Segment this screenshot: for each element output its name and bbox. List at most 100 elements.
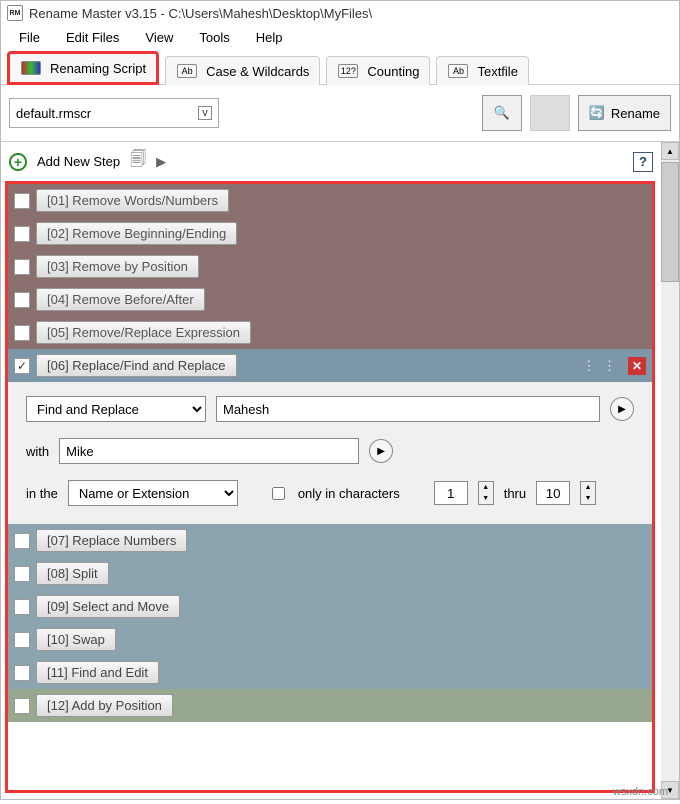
step-row-02[interactable]: [02] Remove Beginning/Ending: [8, 217, 652, 250]
step-checkbox[interactable]: [14, 325, 30, 341]
script-selector[interactable]: default.rmscr V: [9, 98, 219, 128]
step-row-12[interactable]: [12] Add by Position: [8, 689, 652, 722]
step-button[interactable]: [10] Swap: [36, 628, 116, 651]
in-the-label: in the: [26, 486, 58, 501]
step-row-04[interactable]: [04] Remove Before/After: [8, 283, 652, 316]
to-char-input[interactable]: [536, 481, 570, 505]
step-checkbox[interactable]: [14, 665, 30, 681]
step-row-06-active[interactable]: [06] Replace/Find and Replace ⋮ ⋮ ✕: [8, 349, 652, 382]
rename-button[interactable]: 🔄 Rename: [578, 95, 671, 131]
step-button[interactable]: [02] Remove Beginning/Ending: [36, 222, 237, 245]
close-step-button[interactable]: ✕: [628, 357, 646, 375]
mode-select[interactable]: Find and Replace: [26, 396, 206, 422]
from-spinner[interactable]: ▲▼: [478, 481, 494, 505]
dropdown-icon[interactable]: V: [198, 106, 212, 120]
step-checkbox[interactable]: [14, 698, 30, 714]
from-char-input[interactable]: [434, 481, 468, 505]
menu-bar: File Edit Files View Tools Help: [1, 25, 679, 50]
textfile-icon: Ab: [447, 63, 469, 79]
tab-label: Renaming Script: [50, 61, 146, 76]
step-button[interactable]: [04] Remove Before/After: [36, 288, 205, 311]
menu-file[interactable]: File: [7, 27, 52, 48]
step-checkbox[interactable]: [14, 292, 30, 308]
step-row-05[interactable]: [05] Remove/Replace Expression: [8, 316, 652, 349]
step-row-10[interactable]: [10] Swap: [8, 623, 652, 656]
step-checkbox[interactable]: [14, 533, 30, 549]
script-name: default.rmscr: [16, 106, 91, 121]
add-step-row: + Add New Step 🗐 ▶ ?: [1, 142, 661, 181]
thru-label: thru: [504, 486, 526, 501]
rename-icon: 🔄: [589, 105, 605, 121]
menu-edit-files[interactable]: Edit Files: [54, 27, 131, 48]
disabled-button: [530, 95, 570, 131]
scroll-thumb[interactable]: [661, 162, 679, 282]
find-input[interactable]: [216, 396, 600, 422]
step-button[interactable]: [09] Select and Move: [36, 595, 180, 618]
step-button[interactable]: [12] Add by Position: [36, 694, 173, 717]
menu-help[interactable]: Help: [244, 27, 295, 48]
step-button[interactable]: [07] Replace Numbers: [36, 529, 187, 552]
tab-textfile[interactable]: Ab Textfile: [436, 56, 528, 85]
step-row-07[interactable]: [07] Replace Numbers: [8, 524, 652, 557]
step-checkbox[interactable]: [14, 632, 30, 648]
tab-label: Case & Wildcards: [206, 64, 309, 79]
step-row-09[interactable]: [09] Select and Move: [8, 590, 652, 623]
magnifier-icon: 🔍: [494, 105, 510, 121]
step-button[interactable]: [06] Replace/Find and Replace: [36, 354, 237, 377]
step-row-08[interactable]: [08] Split: [8, 557, 652, 590]
toolbar: default.rmscr V 🔍 🔄 Rename: [1, 85, 679, 141]
replace-input[interactable]: [59, 438, 359, 464]
to-spinner[interactable]: ▲▼: [580, 481, 596, 505]
only-in-characters-checkbox[interactable]: [272, 487, 285, 500]
counting-icon: 12?: [337, 63, 359, 79]
scroll-up-icon[interactable]: ▲: [661, 142, 679, 160]
tab-bar: Renaming Script Ab Case & Wildcards 12? …: [1, 50, 679, 85]
step-row-01[interactable]: [01] Remove Words/Numbers: [8, 184, 652, 217]
only-in-characters-label: only in characters: [298, 486, 400, 501]
help-button[interactable]: ?: [633, 152, 653, 172]
steps-list: [01] Remove Words/Numbers [02] Remove Be…: [5, 181, 655, 793]
step-row-11[interactable]: [11] Find and Edit: [8, 656, 652, 689]
vertical-scrollbar[interactable]: ▲ ▼: [661, 142, 679, 799]
step-checkbox[interactable]: [14, 599, 30, 615]
step-checkbox[interactable]: [14, 566, 30, 582]
tab-renaming-script[interactable]: Renaming Script: [7, 51, 159, 85]
add-step-label[interactable]: Add New Step: [37, 154, 120, 169]
find-play-button[interactable]: ▶: [610, 397, 634, 421]
step-button[interactable]: [11] Find and Edit: [36, 661, 159, 684]
step-checkbox[interactable]: [14, 358, 30, 374]
step-06-body: Find and Replace ▶ with ▶ in the Name or…: [8, 382, 652, 524]
title-bar: RM Rename Master v3.15 - C:\Users\Mahesh…: [1, 1, 679, 25]
window-title: Rename Master v3.15 - C:\Users\Mahesh\De…: [29, 6, 372, 21]
play-arrow-icon[interactable]: ▶: [156, 154, 166, 170]
watermark-text: wsxdn.com: [613, 786, 668, 798]
chevron-up-icon[interactable]: ▲: [479, 482, 493, 493]
scope-select[interactable]: Name or Extension: [68, 480, 238, 506]
step-button[interactable]: [08] Split: [36, 562, 109, 585]
chevron-up-icon[interactable]: ▲: [581, 482, 595, 493]
preview-button[interactable]: 🔍: [482, 95, 522, 131]
tab-label: Counting: [367, 64, 419, 79]
copy-icon[interactable]: 🗐: [130, 148, 146, 175]
tab-label: Textfile: [477, 64, 517, 79]
step-checkbox[interactable]: [14, 193, 30, 209]
chevron-down-icon[interactable]: ▼: [479, 493, 493, 504]
menu-tools[interactable]: Tools: [187, 27, 241, 48]
step-button[interactable]: [01] Remove Words/Numbers: [36, 189, 229, 212]
step-row-03[interactable]: [03] Remove by Position: [8, 250, 652, 283]
drag-handle-icon[interactable]: ⋮ ⋮: [582, 358, 618, 374]
tab-counting[interactable]: 12? Counting: [326, 56, 430, 85]
step-button[interactable]: [05] Remove/Replace Expression: [36, 321, 251, 344]
case-icon: Ab: [176, 63, 198, 79]
with-label: with: [26, 444, 49, 459]
chevron-down-icon[interactable]: ▼: [581, 493, 595, 504]
step-button[interactable]: [03] Remove by Position: [36, 255, 199, 278]
script-icon: [20, 60, 42, 76]
step-checkbox[interactable]: [14, 226, 30, 242]
tab-case-wildcards[interactable]: Ab Case & Wildcards: [165, 56, 320, 85]
replace-play-button[interactable]: ▶: [369, 439, 393, 463]
app-icon: RM: [7, 5, 23, 21]
menu-view[interactable]: View: [133, 27, 185, 48]
step-checkbox[interactable]: [14, 259, 30, 275]
add-icon[interactable]: +: [9, 153, 27, 171]
